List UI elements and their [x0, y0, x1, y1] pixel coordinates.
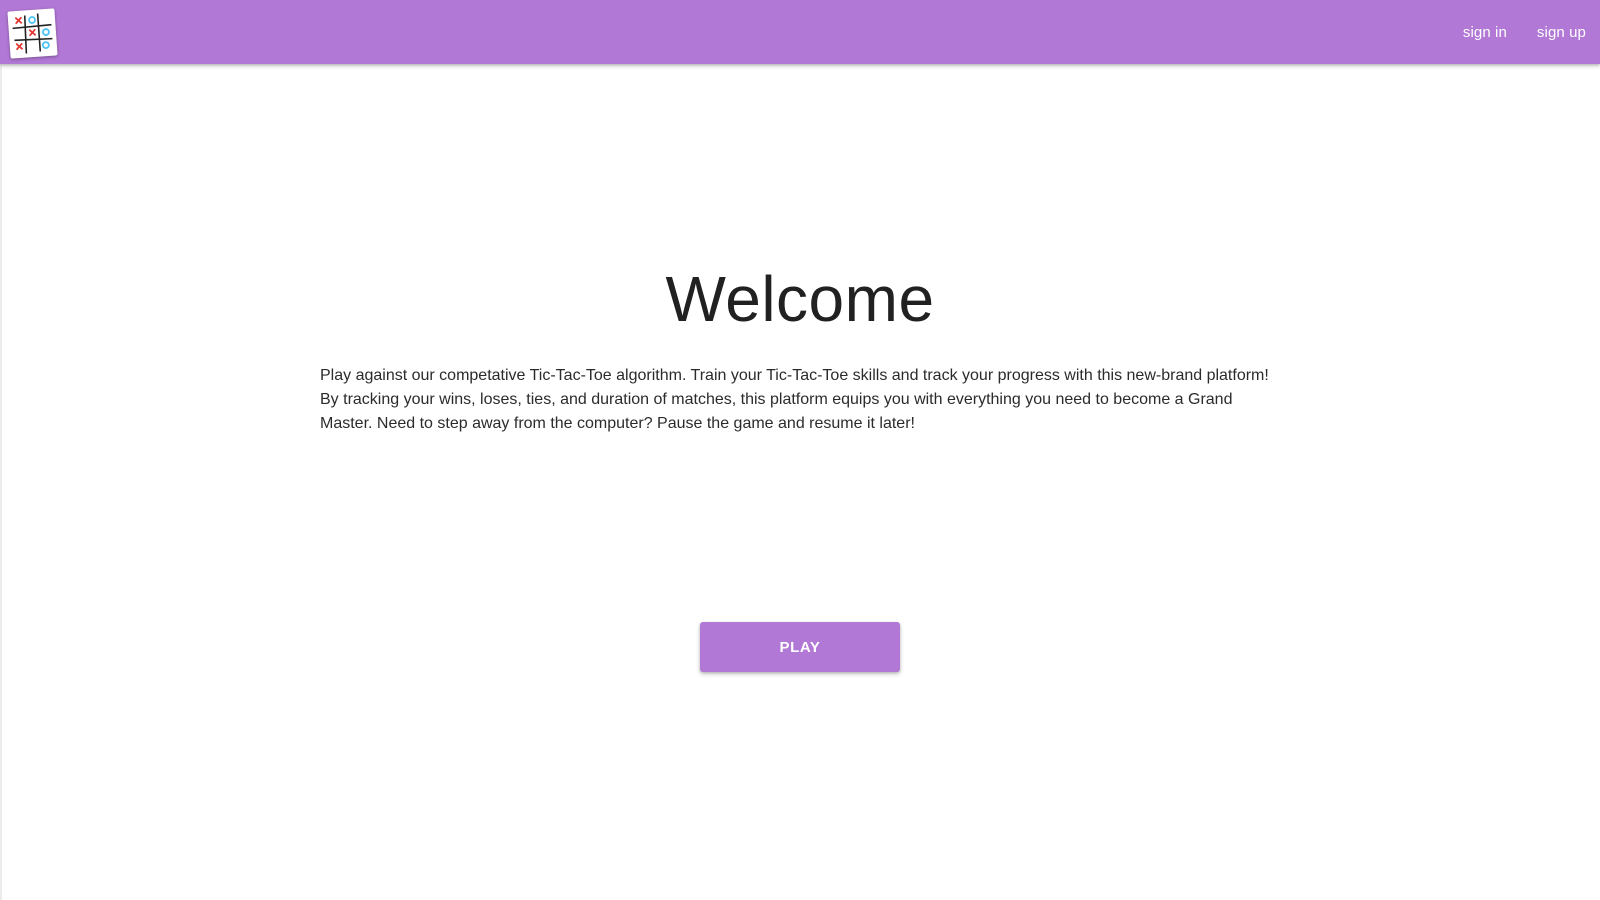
- page: sign in sign up Welcome Play against our…: [0, 0, 1600, 900]
- sign-in-link[interactable]: sign in: [1463, 24, 1507, 41]
- intro-paragraph: Play against our competative Tic-Tac-Toe…: [320, 367, 1269, 432]
- welcome-section: Welcome Play against our competative Tic…: [320, 262, 1280, 436]
- page-edge-divider: [0, 64, 2, 900]
- top-navbar: sign in sign up: [0, 0, 1600, 64]
- page-title: Welcome: [665, 263, 935, 335]
- play-button[interactable]: PLAY: [700, 622, 900, 672]
- auth-links: sign in sign up: [1463, 0, 1586, 64]
- tic-tac-toe-logo-icon[interactable]: [7, 8, 58, 59]
- sign-up-link[interactable]: sign up: [1537, 24, 1586, 41]
